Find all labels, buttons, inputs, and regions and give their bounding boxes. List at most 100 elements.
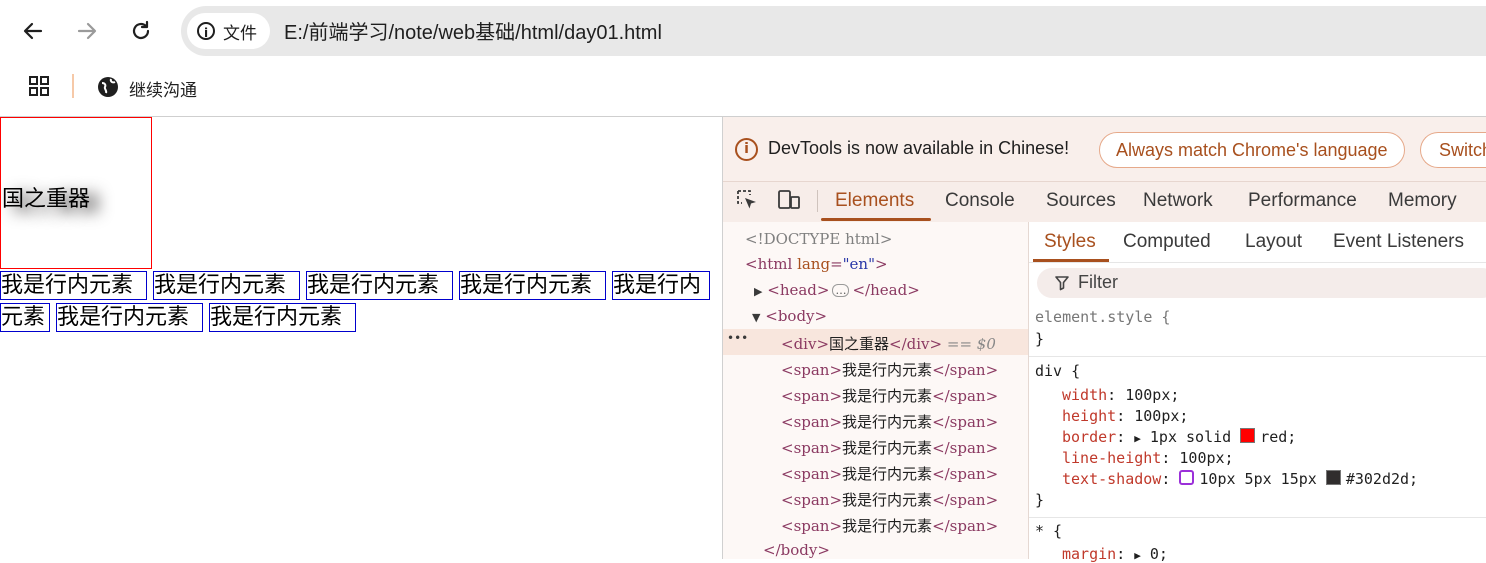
- css-declaration-width[interactable]: width: 100px;: [1062, 386, 1179, 404]
- span-close-tag: </span>: [932, 517, 999, 535]
- css-declaration-height[interactable]: height: 100px;: [1062, 407, 1188, 425]
- inline-span: 我是行内元素: [56, 303, 203, 332]
- collapse-triangle-icon[interactable]: ▼: [752, 311, 760, 324]
- div-rule-selector[interactable]: div {: [1035, 362, 1080, 380]
- rule-close-brace: }: [1035, 491, 1045, 509]
- css-prop-value: #302d2d;: [1345, 470, 1419, 488]
- html-node[interactable]: <html lang="en">: [745, 255, 888, 273]
- span-node-text: 我是行内元素: [842, 361, 933, 379]
- css-declaration-margin[interactable]: margin: ▶ 0;: [1062, 545, 1168, 563]
- html-open-tag-end: >: [875, 255, 888, 273]
- css-prop-name: text-shadow: [1062, 470, 1162, 488]
- span-node[interactable]: <span>我是行内元素</span>: [781, 463, 998, 484]
- span-node[interactable]: <span>我是行内元素</span>: [781, 359, 998, 380]
- active-tab-indicator: [821, 218, 931, 221]
- subtab-event-listeners[interactable]: Event Listeners: [1333, 231, 1464, 253]
- collapsed-ellipsis-button[interactable]: …: [832, 284, 850, 297]
- inline-span: 我是行内元素: [306, 271, 453, 300]
- html-attr-value: "en": [842, 255, 875, 273]
- bookmarks-bar: [0, 64, 1486, 117]
- span-node-text: 我是行内元素: [842, 491, 933, 509]
- span-open-tag: <span>: [781, 491, 843, 509]
- reload-icon[interactable]: [123, 13, 159, 49]
- css-prop-name: height: [1062, 407, 1117, 425]
- back-arrow-icon[interactable]: [15, 13, 51, 49]
- span-node-text: 我是行内元素: [842, 413, 933, 431]
- css-prop-name: margin: [1062, 545, 1117, 563]
- expand-triangle-icon[interactable]: ▶: [1134, 432, 1141, 445]
- forward-arrow-icon[interactable]: [69, 13, 105, 49]
- bookmark-item[interactable]: 继续沟通: [129, 76, 197, 101]
- span-node[interactable]: <span>我是行内元素</span>: [781, 515, 998, 536]
- site-info-label: 文件: [223, 23, 257, 44]
- device-toolbar-icon[interactable]: [777, 189, 801, 211]
- info-icon: i: [735, 138, 758, 161]
- css-prop-value: red;: [1260, 428, 1297, 446]
- span-close-tag: </span>: [932, 361, 999, 379]
- banner-message: DevTools is now available in Chinese!: [768, 138, 1070, 158]
- bookmarks-divider: [72, 74, 74, 98]
- css-prop-name: line-height: [1062, 449, 1162, 467]
- element-style-selector[interactable]: element.style {: [1035, 308, 1170, 326]
- div-text: 国之重器: [2, 187, 91, 212]
- body-node[interactable]: ▼ <body>: [752, 307, 827, 325]
- span-close-tag: </span>: [932, 491, 999, 509]
- div-node[interactable]: <div>国之重器</div> == $0: [781, 333, 996, 354]
- head-node[interactable]: ▶ <head>… </head>: [754, 281, 920, 299]
- css-declaration-line-height[interactable]: line-height: 100px;: [1062, 449, 1234, 467]
- url-text[interactable]: E:/前端学习/note/web基础/html/day01.html: [284, 16, 662, 45]
- inline-span: 元素: [0, 303, 50, 332]
- css-declaration-text-shadow[interactable]: text-shadow: 10px 5px 15px #302d2d;: [1062, 470, 1418, 488]
- always-match-language-button[interactable]: Always match Chrome's language: [1099, 132, 1405, 168]
- subtab-layout[interactable]: Layout: [1245, 231, 1302, 253]
- span-close-tag: </span>: [932, 465, 999, 483]
- tab-sources[interactable]: Sources: [1046, 190, 1116, 212]
- css-declaration-border[interactable]: border: ▶ 1px solid red;: [1062, 428, 1296, 446]
- site-info-chip[interactable]: i 文件: [187, 13, 270, 49]
- color-swatch-red[interactable]: [1240, 428, 1256, 443]
- tabbar-divider: [817, 190, 818, 212]
- span-node-text: 我是行内元素: [842, 465, 933, 483]
- head-close-tag: </head>: [852, 281, 920, 299]
- html-attr-name: lang: [797, 255, 831, 273]
- apps-grid-icon[interactable]: [28, 75, 50, 97]
- span-node[interactable]: <span>我是行内元素</span>: [781, 385, 998, 406]
- tab-network[interactable]: Network: [1143, 190, 1213, 212]
- filter-placeholder: Filter: [1078, 272, 1118, 292]
- head-open-tag: <head>: [767, 281, 830, 299]
- universal-rule-selector[interactable]: * {: [1035, 522, 1062, 540]
- doctype-node[interactable]: <!DOCTYPE html>: [745, 230, 892, 248]
- body-open-tag: <body>: [765, 307, 828, 325]
- css-prop-value: 100px;: [1134, 407, 1189, 425]
- span-node-text: 我是行内元素: [842, 387, 933, 405]
- expand-triangle-icon[interactable]: ▶: [754, 285, 762, 298]
- span-node[interactable]: <span>我是行内元素</span>: [781, 489, 998, 510]
- span-close-tag: </span>: [932, 413, 999, 431]
- css-prop-value: 100px;: [1179, 449, 1234, 467]
- tab-elements[interactable]: Elements: [835, 190, 914, 212]
- subtab-styles[interactable]: Styles: [1044, 231, 1096, 253]
- span-node-text: 我是行内元素: [842, 439, 933, 457]
- subtab-computed[interactable]: Computed: [1123, 231, 1211, 253]
- switch-language-button[interactable]: Switch: [1420, 132, 1486, 168]
- span-open-tag: <span>: [781, 361, 843, 379]
- expand-triangle-icon[interactable]: ▶: [1134, 549, 1141, 562]
- selected-node-marker: == $0: [946, 335, 996, 353]
- css-prop-value: 100px;: [1125, 386, 1180, 404]
- color-swatch-dark[interactable]: [1325, 470, 1341, 485]
- tab-performance[interactable]: Performance: [1248, 190, 1357, 212]
- span-node[interactable]: <span>我是行内元素</span>: [781, 437, 998, 458]
- tab-console[interactable]: Console: [945, 190, 1015, 212]
- body-close-tag[interactable]: </body>: [763, 541, 830, 559]
- row-dots-icon[interactable]: •••: [727, 331, 748, 345]
- span-open-tag: <span>: [781, 387, 843, 405]
- shadow-editor-icon[interactable]: [1179, 470, 1195, 485]
- inspect-element-icon[interactable]: [736, 189, 758, 211]
- span-node[interactable]: <span>我是行内元素</span>: [781, 411, 998, 432]
- inline-span: 我是行内: [612, 271, 710, 300]
- info-icon: i: [197, 22, 215, 40]
- div-node-text: 国之重器: [829, 335, 890, 353]
- globe-icon: [97, 76, 119, 98]
- css-prop-value: 0;: [1149, 545, 1168, 563]
- tab-memory[interactable]: Memory: [1388, 190, 1457, 212]
